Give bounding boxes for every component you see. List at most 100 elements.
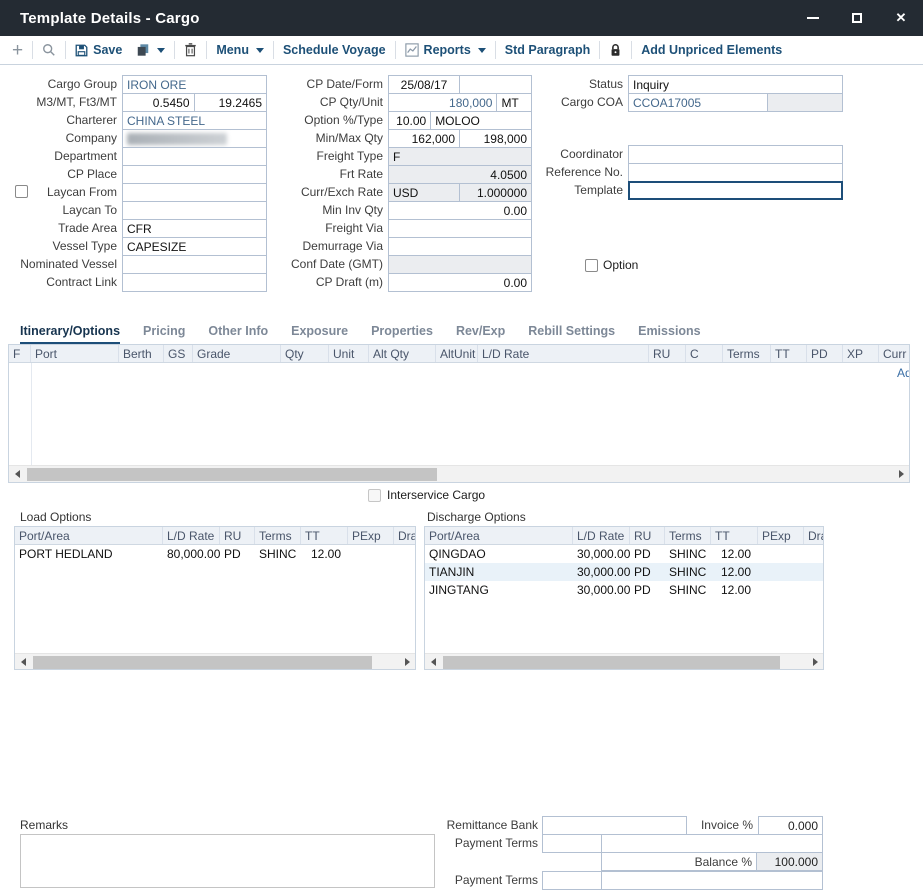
contract-link-field[interactable] <box>122 273 267 292</box>
tab-itinerary-options[interactable]: Itinerary/Options <box>20 324 120 345</box>
schedule-voyage-button[interactable]: Schedule Voyage <box>283 43 386 57</box>
tab-other-info[interactable]: Other Info <box>208 324 268 345</box>
column-header-l-d-rate[interactable]: L/D Rate <box>163 527 220 545</box>
maximize-button[interactable] <box>835 0 879 36</box>
cp-date-field[interactable]: 25/08/17 <box>388 75 460 94</box>
column-header-tt[interactable]: TT <box>711 527 758 545</box>
laycan-to-field[interactable] <box>122 201 267 220</box>
scroll-left-arrow[interactable] <box>425 654 441 671</box>
column-header-terms[interactable]: Terms <box>723 345 771 363</box>
cp-unit-field[interactable]: MT <box>496 93 532 112</box>
demurrage-via-field[interactable] <box>388 237 532 256</box>
column-header-altunit[interactable]: AltUnit <box>436 345 478 363</box>
min-qty-field[interactable]: 162,000 <box>388 129 460 148</box>
cp-qty-field[interactable]: 180,000 <box>388 93 497 112</box>
cp-form-field[interactable] <box>459 75 532 94</box>
conf-date-field[interactable] <box>388 255 532 274</box>
tab-exposure[interactable]: Exposure <box>291 324 348 345</box>
itinerary-horizontal-scrollbar[interactable] <box>9 465 909 482</box>
scroll-right-arrow[interactable] <box>399 654 415 671</box>
ft3mt-field[interactable]: 19.2465 <box>194 93 268 112</box>
minimize-button[interactable] <box>791 0 835 36</box>
column-header-l-d-rate[interactable]: L/D Rate <box>573 527 630 545</box>
column-header-ru[interactable]: RU <box>630 527 665 545</box>
column-header-alt-qty[interactable]: Alt Qty <box>369 345 436 363</box>
column-header-grade[interactable]: Grade <box>193 345 281 363</box>
copy-button[interactable] <box>136 43 165 57</box>
option-pct-field[interactable]: 10.00 <box>388 111 431 130</box>
column-header-qty[interactable]: Qty <box>281 345 329 363</box>
close-button[interactable]: ✕ <box>879 0 923 36</box>
balance-pct-field[interactable]: 100.000 <box>756 852 823 871</box>
column-header-curr[interactable]: Curr <box>879 345 909 363</box>
coordinator-field[interactable] <box>628 145 843 164</box>
scrollbar-thumb[interactable] <box>33 656 372 669</box>
invoice-pct-field[interactable]: 0.000 <box>758 816 823 835</box>
reports-button[interactable]: Reports <box>405 43 486 57</box>
cp-place-field[interactable] <box>122 165 267 184</box>
payment-terms2-code-field[interactable] <box>542 871 602 890</box>
column-header-draft[interactable]: Draft <box>394 527 415 545</box>
column-header-ru[interactable]: RU <box>649 345 686 363</box>
trade-area-field[interactable]: CFR <box>122 219 267 238</box>
column-header-pexp[interactable]: PExp <box>758 527 804 545</box>
cargo-coa-secondary-field[interactable] <box>767 93 843 112</box>
department-field[interactable] <box>122 147 267 166</box>
table-row[interactable]: JINGTANG30,000.00PDSHINC12.00 <box>425 581 823 599</box>
max-qty-field[interactable]: 198,000 <box>459 129 532 148</box>
column-header-terms[interactable]: Terms <box>665 527 711 545</box>
cargo-coa-field[interactable]: CCOA17005 <box>628 93 768 112</box>
remittance-bank-field[interactable] <box>542 816 687 835</box>
cargo-group-field[interactable]: IRON ORE <box>122 75 267 94</box>
search-button[interactable] <box>42 43 56 57</box>
column-header-ru[interactable]: RU <box>220 527 255 545</box>
column-header-port-area[interactable]: Port/Area <box>15 527 163 545</box>
interservice-cargo-checkbox[interactable] <box>368 489 381 502</box>
payment-terms-desc-field[interactable] <box>601 834 823 853</box>
exch-rate-field[interactable]: 1.000000 <box>459 183 532 202</box>
scroll-right-arrow[interactable] <box>893 466 909 483</box>
charterer-field[interactable]: CHINA STEEL <box>122 111 267 130</box>
frt-rate-field[interactable]: 4.0500 <box>388 165 532 184</box>
status-field[interactable]: Inquiry <box>628 75 843 94</box>
scroll-left-arrow[interactable] <box>9 466 25 483</box>
table-row[interactable]: QINGDAO30,000.00PDSHINC12.00 <box>425 545 823 563</box>
option-type-field[interactable]: MOLOO <box>430 111 532 130</box>
menu-button[interactable]: Menu <box>216 43 264 57</box>
template-field[interactable] <box>628 181 843 200</box>
laycan-checkbox[interactable] <box>15 185 28 198</box>
tab-rebill-settings[interactable]: Rebill Settings <box>528 324 615 345</box>
scroll-left-arrow[interactable] <box>15 654 31 671</box>
tab-rev-exp[interactable]: Rev/Exp <box>456 324 505 345</box>
column-header-tt[interactable]: TT <box>301 527 348 545</box>
laycan-from-field[interactable] <box>122 183 267 202</box>
delete-button[interactable] <box>184 43 197 57</box>
nominated-vessel-field[interactable] <box>122 255 267 274</box>
column-header-tt[interactable]: TT <box>771 345 807 363</box>
vessel-type-field[interactable]: CAPESIZE <box>122 237 267 256</box>
column-header-xp[interactable]: XP <box>843 345 879 363</box>
payment-terms-code-field[interactable] <box>542 834 602 853</box>
column-header-terms[interactable]: Terms <box>255 527 301 545</box>
scroll-right-arrow[interactable] <box>807 654 823 671</box>
lock-button[interactable] <box>609 43 622 57</box>
column-header-c[interactable]: C <box>686 345 723 363</box>
option-checkbox[interactable] <box>585 259 598 272</box>
column-header-port-area[interactable]: Port/Area <box>425 527 573 545</box>
discharge-options-scrollbar[interactable] <box>425 653 823 670</box>
column-header-berth[interactable]: Berth <box>119 345 164 363</box>
std-paragraph-button[interactable]: Std Paragraph <box>505 43 590 57</box>
remarks-textarea[interactable] <box>20 834 435 888</box>
column-header-port[interactable]: Port <box>31 345 119 363</box>
table-row[interactable]: TIANJIN30,000.00PDSHINC12.00 <box>425 563 823 581</box>
table-row[interactable]: PORT HEDLAND80,000.00PDSHINC12.00 <box>15 545 415 563</box>
min-inv-qty-field[interactable]: 0.00 <box>388 201 532 220</box>
load-options-scrollbar[interactable] <box>15 653 415 670</box>
add-unpriced-elements-button[interactable]: Add Unpriced Elements <box>641 43 782 57</box>
column-header-unit[interactable]: Unit <box>329 345 369 363</box>
scrollbar-thumb[interactable] <box>27 468 437 481</box>
cp-draft-field[interactable]: 0.00 <box>388 273 532 292</box>
payment-terms2-desc-field[interactable] <box>601 871 823 890</box>
itinerary-grid-body[interactable]: Add <box>9 363 909 465</box>
tab-properties[interactable]: Properties <box>371 324 433 345</box>
